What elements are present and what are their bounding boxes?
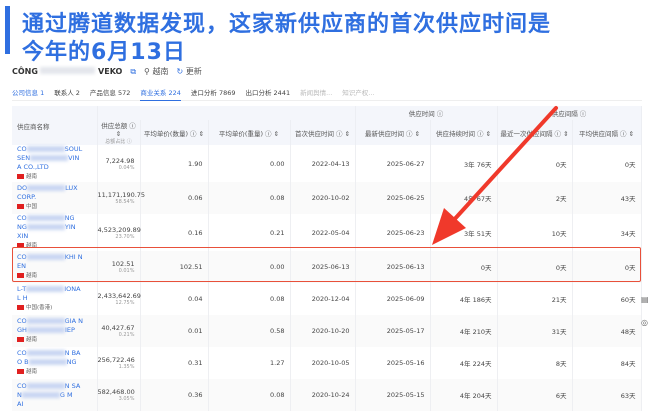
arrow-annotation	[432, 106, 558, 245]
